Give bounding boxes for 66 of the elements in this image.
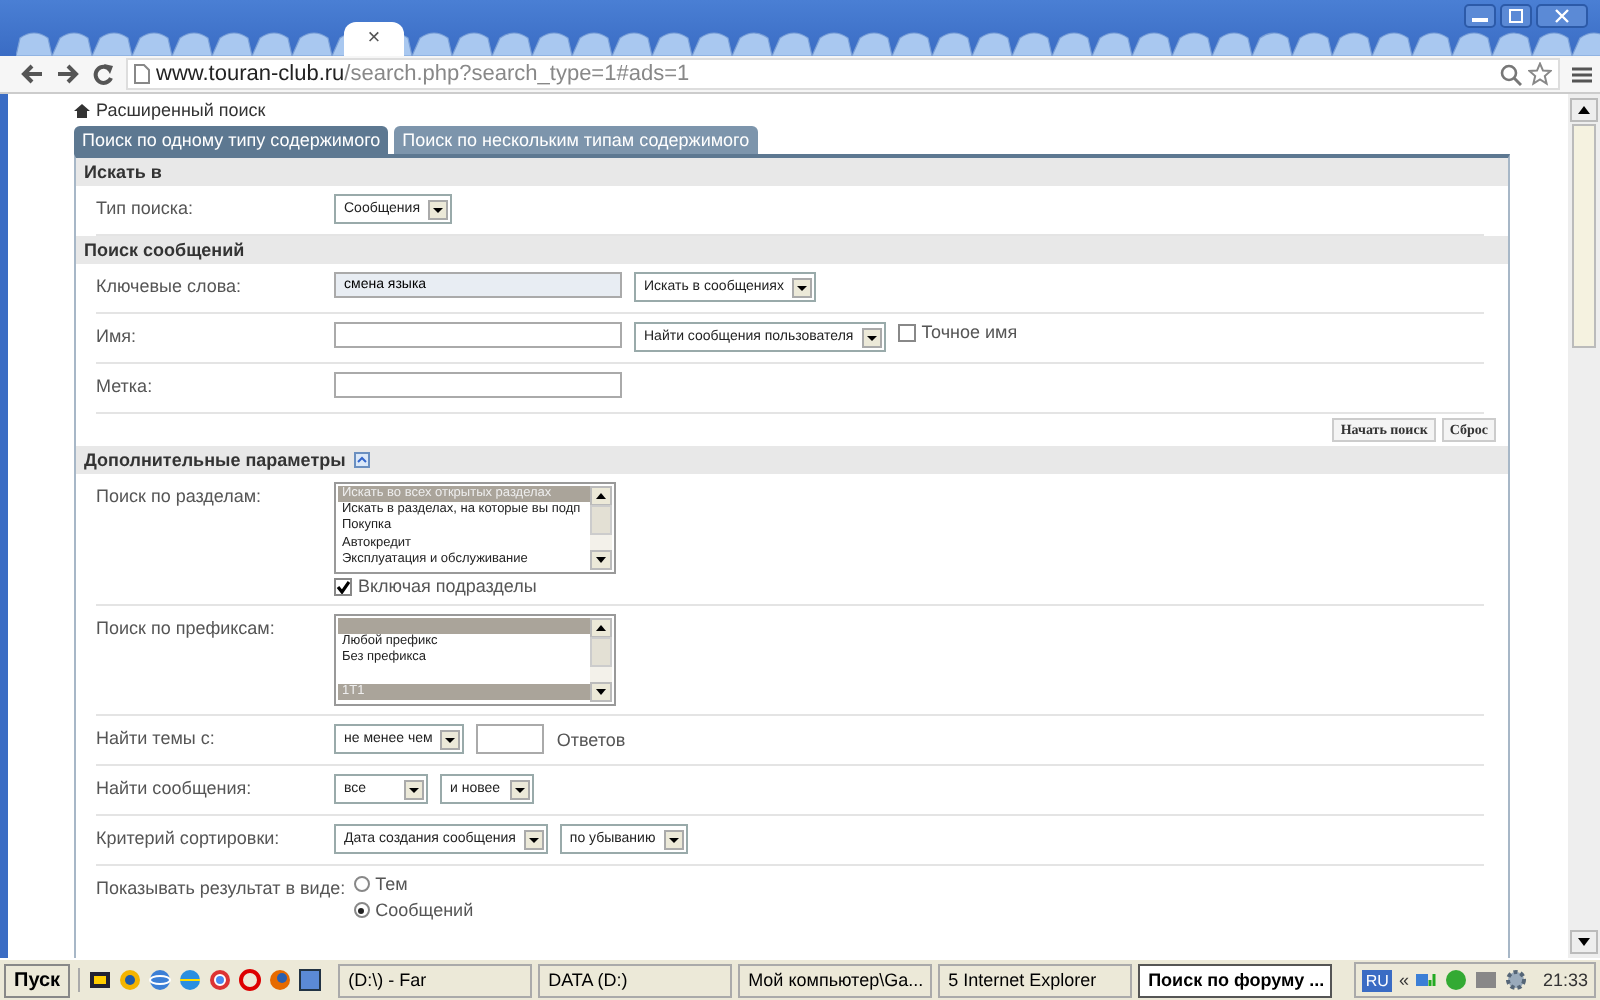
gear-icon[interactable] [1504,968,1529,992]
menu-icon[interactable] [1572,65,1592,83]
taskbar-button[interactable]: 5 Internet Explorer [938,963,1133,997]
scroll-up-icon[interactable] [1570,98,1598,122]
scrollbar[interactable] [1568,94,1600,958]
checkbox[interactable] [334,577,352,595]
list-scrollbar[interactable] [590,618,612,702]
checkbox[interactable] [897,323,916,341]
address-bar[interactable]: www.touran-club.ru/search.php?search_type=1#ads=1 [126,58,1560,90]
taskbar-button[interactable]: Поиск по форуму ... [1138,963,1333,997]
field-label: Показывать результат в виде: [96,876,348,902]
tab[interactable]: Поиск по одному типу содержимого [74,126,389,154]
maximize-icon[interactable] [1500,4,1532,28]
close-icon[interactable] [1536,4,1588,28]
section-title: Искать в [84,162,162,182]
reload-icon[interactable] [92,63,114,85]
text-field[interactable] [334,322,622,348]
clock: 21:33 [1540,970,1588,990]
scroll-down-icon[interactable] [1570,930,1598,954]
field-label: Метка: [96,374,155,400]
radio-label[interactable]: Сообщений [375,900,474,920]
field-label: Поиск по разделам: [96,484,264,510]
star-icon[interactable] [1528,62,1552,86]
checkbox-label[interactable]: Включая подразделы [358,576,537,596]
search-icon[interactable] [1500,63,1522,85]
taskbar-button[interactable]: (D:\) - Far [338,963,533,997]
forward-arrow-icon[interactable] [56,64,80,84]
field-label: Тип поиска: [96,196,196,222]
taskbar-button[interactable]: Мой компьютер\Ga... [738,963,933,997]
show-hidden-icons-button[interactable]: « [1398,970,1409,990]
network-icon[interactable] [1414,968,1439,992]
language-indicator[interactable]: RU [1361,969,1393,991]
back-arrow-icon[interactable] [20,64,44,84]
checkbox-label[interactable]: Точное имя [921,322,1018,342]
page-icon [134,64,150,84]
section-title: Поиск сообщений [84,240,245,260]
close-tab-button[interactable]: × [367,28,381,50]
field-label: Критерий сортировки: [96,826,282,852]
browser-tab[interactable]: × [344,22,404,56]
field-label: Имя: [96,324,139,350]
section-title: Дополнительные параметры [84,450,346,470]
url-text: www.touran-club.ru/search.php?search_type=1#ads=1 [156,62,690,86]
taskbar-button[interactable]: DATA (D:) [538,963,733,997]
radio-label[interactable]: Тем [375,874,408,894]
start-button[interactable]: Пуск [4,963,71,997]
square-icon[interactable] [1474,968,1499,992]
breadcrumb-link[interactable]: Расширенный поиск [96,100,266,120]
minimize-icon[interactable] [1464,4,1496,28]
desktop-icon[interactable] [88,968,113,992]
field-label: Найти темы с: [96,726,217,752]
home-icon [74,103,90,117]
field-label: Ответов [556,728,626,750]
circle-icon[interactable] [118,968,143,992]
radio-button[interactable] [353,902,370,918]
field-label: Поиск по префиксам: [96,616,277,642]
window-icon[interactable] [298,968,323,992]
scrollbar-thumb[interactable] [1572,124,1596,348]
field-label: Найти сообщения: [96,776,254,802]
number-field[interactable] [476,724,545,754]
text-field[interactable] [334,372,622,398]
radio-button[interactable] [353,876,370,892]
ring-icon[interactable] [238,968,263,992]
field-label: Ключевые слова: [96,274,244,300]
circle-icon[interactable] [208,968,233,992]
collapse-icon[interactable] [353,452,370,468]
list-scrollbar[interactable] [590,486,612,570]
